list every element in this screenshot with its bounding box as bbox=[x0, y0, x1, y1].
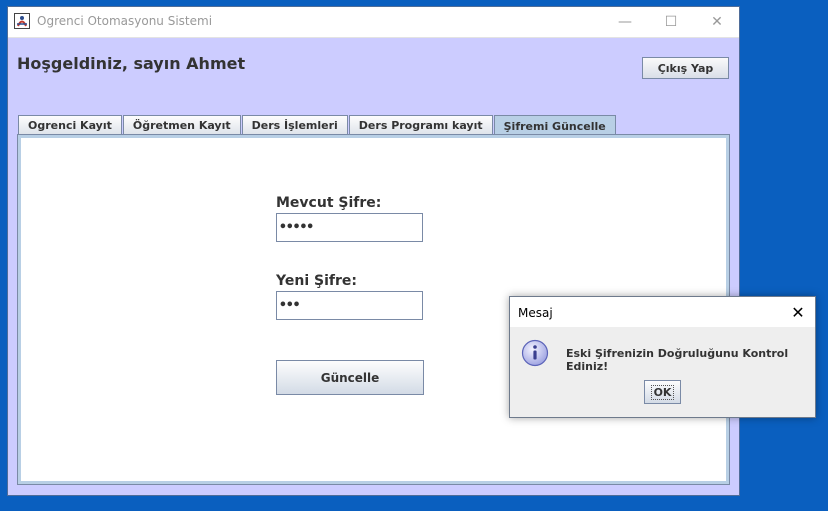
new-password-field[interactable]: ••• bbox=[276, 291, 423, 320]
welcome-heading: Hoşgeldiniz, sayın Ahmet bbox=[17, 54, 246, 73]
maximize-button[interactable]: ☐ bbox=[648, 7, 694, 37]
close-icon: ✕ bbox=[791, 302, 805, 322]
dialog-message: Eski Şifrenizin Doğruluğunu Kontrol Edin… bbox=[566, 347, 789, 373]
java-app-icon bbox=[14, 13, 30, 29]
current-password-field[interactable]: ••••• bbox=[276, 213, 423, 242]
message-dialog: Mesaj ✕ Eski Şifrenizin Doğruluğunu Kont… bbox=[509, 296, 816, 418]
update-button[interactable]: Güncelle bbox=[276, 360, 424, 395]
current-password-label: Mevcut Şifre: bbox=[276, 195, 382, 211]
tab-course-operations[interactable]: Ders İşlemleri bbox=[241, 115, 348, 135]
maximize-icon: ☐ bbox=[664, 14, 678, 30]
tab-student-registration[interactable]: Ogrenci Kayıt bbox=[18, 115, 122, 135]
window-title: Ogrenci Otomasyonu Sistemi bbox=[37, 14, 213, 28]
main-window: Ogrenci Otomasyonu Sistemi — ☐ ✕ Hoşgeld… bbox=[7, 6, 740, 496]
logout-button[interactable]: Çıkış Yap bbox=[642, 57, 729, 79]
info-icon bbox=[521, 339, 549, 367]
tab-course-schedule[interactable]: Ders Programı kayıt bbox=[348, 115, 493, 135]
new-password-label: Yeni Şifre: bbox=[276, 273, 357, 289]
minimize-button[interactable]: — bbox=[602, 7, 648, 37]
close-button[interactable]: ✕ bbox=[694, 7, 740, 37]
tab-teacher-registration[interactable]: Öğretmen Kayıt bbox=[122, 115, 241, 135]
minimize-icon: — bbox=[618, 14, 632, 30]
ok-button-label: OK bbox=[650, 384, 675, 400]
title-bar[interactable]: Ogrenci Otomasyonu Sistemi — ☐ ✕ bbox=[8, 7, 739, 38]
dialog-close-button[interactable]: ✕ bbox=[781, 297, 815, 327]
dialog-title: Mesaj bbox=[518, 306, 553, 320]
ok-button[interactable]: OK bbox=[644, 380, 681, 404]
dialog-title-bar[interactable]: Mesaj ✕ bbox=[510, 297, 815, 327]
tab-update-password[interactable]: Şifremi Güncelle bbox=[493, 115, 616, 136]
tab-bar: Ogrenci Kayıt Öğretmen Kayıt Ders İşleml… bbox=[18, 115, 617, 136]
close-icon: ✕ bbox=[711, 14, 723, 30]
